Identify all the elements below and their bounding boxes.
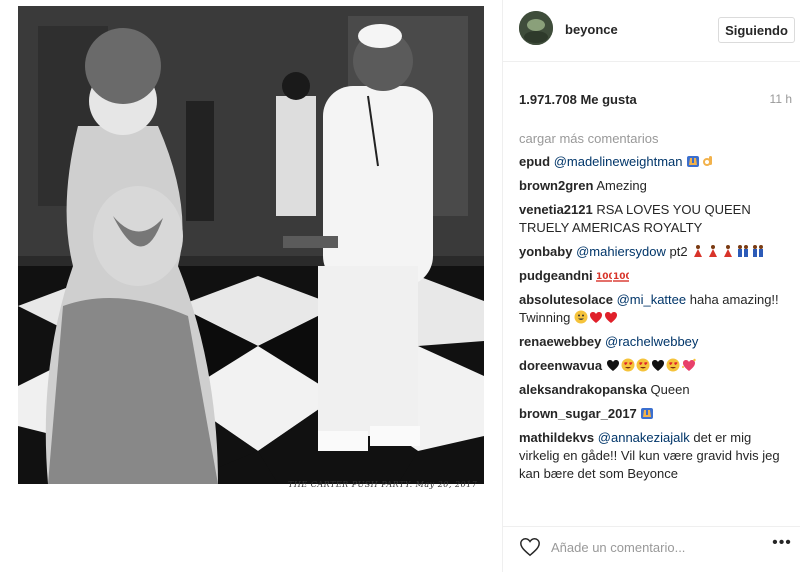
comment-username[interactable]: brown2gren xyxy=(519,178,593,193)
black-heart-emoji-icon xyxy=(651,358,665,372)
comment-item: epud @madelineweightman xyxy=(519,153,791,171)
red-heart-emoji-icon xyxy=(589,310,603,324)
grin-emoji-icon xyxy=(574,310,588,324)
dancer-red-emoji-icon xyxy=(691,244,705,258)
raised-hands-emoji-icon xyxy=(640,406,654,420)
like-heart-icon[interactable] xyxy=(519,536,541,558)
post-photo-pane: THE CARTER PUSH PARTY. May 20, 2017 xyxy=(0,0,502,572)
comments-list: epud @madelineweightman brown2gren Amezi… xyxy=(519,153,791,489)
comment-text: Amezing xyxy=(596,178,647,193)
heart-eyes-emoji-icon xyxy=(636,358,650,372)
comment-item: aleksandrakopanska Queen xyxy=(519,381,791,399)
100-emoji-icon: 100 xyxy=(596,268,613,282)
raised-hands-emoji-icon xyxy=(686,154,700,168)
comment-mention-link[interactable]: @mahiersydow xyxy=(576,244,666,259)
comment-item: brown2gren Amezing xyxy=(519,177,791,195)
comment-username[interactable]: absolutesolace xyxy=(519,292,613,307)
comment-username[interactable]: renaewebbey xyxy=(519,334,601,349)
comment-username[interactable]: doreenwavua xyxy=(519,358,602,373)
comment-item: brown_sugar_2017 xyxy=(519,405,791,423)
comment-item: doreenwavua xyxy=(519,357,791,375)
post-header: beyonce Siguiendo xyxy=(503,0,800,62)
post-sidebar: beyonce Siguiendo 1.971.708 Me gusta 11 … xyxy=(502,0,800,572)
comment-composer: ••• xyxy=(503,526,800,572)
comment-username[interactable]: pudgeandni xyxy=(519,268,593,283)
post-photo[interactable] xyxy=(18,6,484,484)
comment-item: venetia2121 RSA LOVES YOU QUEEN TRUELY A… xyxy=(519,201,791,237)
heart-eyes-emoji-icon xyxy=(666,358,680,372)
comment-mention-link[interactable]: @mi_kattee xyxy=(617,292,687,307)
more-options-icon[interactable]: ••• xyxy=(771,535,793,557)
comment-mention-link[interactable]: @rachelwebbey xyxy=(605,334,698,349)
heart-eyes-emoji-icon xyxy=(621,358,635,372)
comment-username[interactable]: yonbaby xyxy=(519,244,572,259)
comment-username[interactable]: mathildekvs xyxy=(519,430,594,445)
add-comment-input[interactable] xyxy=(551,535,751,559)
comment-username[interactable]: brown_sugar_2017 xyxy=(519,406,637,421)
black-heart-emoji-icon xyxy=(606,358,620,372)
dancers-blue-emoji-icon xyxy=(736,244,750,258)
ok-hand-emoji-icon xyxy=(701,154,715,168)
load-more-comments-link[interactable]: cargar más comentarios xyxy=(519,131,658,146)
dancers-blue-emoji-icon xyxy=(751,244,765,258)
comment-username[interactable]: aleksandrakopanska xyxy=(519,382,647,397)
comment-item: mathildekvs @annakeziajalk det er mig vi… xyxy=(519,429,791,483)
comment-username[interactable]: epud xyxy=(519,154,550,169)
comment-text: Queen xyxy=(650,382,690,397)
avatar[interactable] xyxy=(519,11,553,45)
dancer-red-emoji-icon xyxy=(706,244,720,258)
post-author-username[interactable]: beyonce xyxy=(565,22,618,37)
photo-handwritten-caption: THE CARTER PUSH PARTY. May 20, 2017 xyxy=(288,480,478,489)
red-heart-emoji-icon xyxy=(604,310,618,324)
comment-item: yonbaby @mahiersydow pt2 xyxy=(519,243,791,261)
100-emoji-icon: 100 xyxy=(613,268,630,282)
comment-username[interactable]: venetia2121 xyxy=(519,202,593,217)
heart-outline-icon xyxy=(520,538,540,557)
likes-count[interactable]: 1.971.708 Me gusta xyxy=(519,92,637,107)
avatar-image xyxy=(519,11,553,45)
comment-text: pt2 xyxy=(669,244,688,259)
comment-mention-link[interactable]: @annakeziajalk xyxy=(598,430,690,445)
following-button[interactable]: Siguiendo xyxy=(718,17,795,43)
dancer-red-emoji-icon xyxy=(721,244,735,258)
comment-mention-link[interactable]: @madelineweightman xyxy=(554,154,683,169)
sparkling-heart-emoji-icon xyxy=(681,358,697,372)
comment-item: renaewebbey @rachelwebbey xyxy=(519,333,791,351)
photo-illustration xyxy=(18,6,484,484)
comment-item: pudgeandni 100 100 xyxy=(519,267,791,285)
comment-item: absolutesolace @mi_kattee haha amazing!!… xyxy=(519,291,791,327)
post-timestamp[interactable]: 11 h xyxy=(770,92,792,106)
